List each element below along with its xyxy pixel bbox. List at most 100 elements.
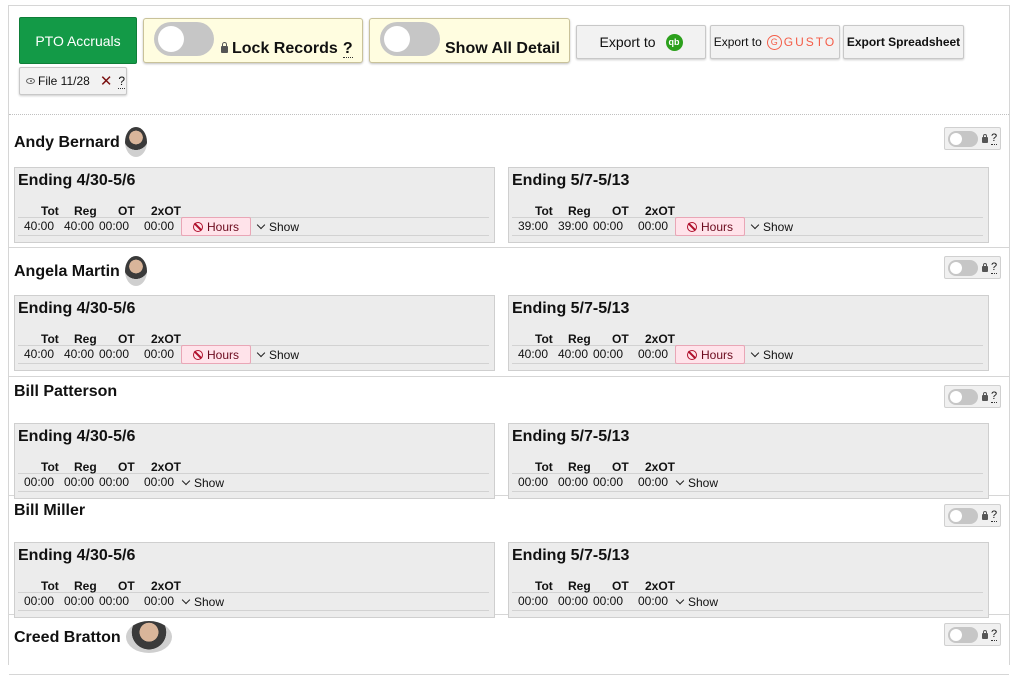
help-icon[interactable]: ? [991, 509, 998, 522]
gusto-brand: GUSTO [783, 35, 837, 49]
period-title: Ending 4/30-5/6 [18, 172, 136, 189]
export-spreadsheet-button[interactable]: Export Spreadsheet [843, 25, 964, 59]
show-label: Show [269, 348, 300, 362]
chevron-down-icon [181, 476, 191, 486]
lock-help-icon[interactable]: ? [342, 40, 353, 58]
column-header-reg: Reg [74, 332, 97, 346]
gusto-logo-icon: G [766, 34, 782, 50]
help-icon[interactable]: ? [991, 261, 998, 274]
hours-label: Hours [700, 347, 733, 362]
divider [18, 363, 489, 364]
value-ot2: 00:00 [144, 219, 175, 233]
lock-records-switch[interactable] [154, 22, 214, 56]
column-header-tot: Tot [535, 332, 553, 346]
hours-button[interactable]: Hours [181, 217, 251, 236]
employee-lock-toggle[interactable]: ? [944, 256, 1001, 279]
lock-switch[interactable] [948, 260, 978, 276]
employee-lock-toggle[interactable]: ? [944, 504, 1001, 527]
value-ot: 00:00 [99, 594, 130, 608]
employee-lock-toggle[interactable]: ? [944, 127, 1001, 150]
show-detail-link[interactable]: Show [256, 220, 299, 234]
value-ot2: 00:00 [144, 594, 175, 608]
lock-icon [982, 263, 988, 272]
chevron-down-icon [256, 220, 266, 230]
hours-button[interactable]: Hours [181, 345, 251, 364]
value-tot: 40:00 [24, 219, 55, 233]
show-detail-switch[interactable] [380, 22, 440, 56]
column-header-tot: Tot [41, 332, 59, 346]
value-tot: 00:00 [518, 594, 549, 608]
divider [18, 610, 489, 611]
help-icon[interactable]: ? [991, 628, 998, 641]
hours-button[interactable]: Hours [675, 345, 745, 364]
employee-lock-toggle[interactable]: ? [944, 623, 1001, 646]
value-ot2: 00:00 [638, 219, 669, 233]
hours-label: Hours [206, 219, 239, 234]
column-header-tot: Tot [535, 204, 553, 218]
lock-icon [982, 392, 988, 401]
column-header-ot2: 2xOT [151, 204, 182, 218]
lock-switch[interactable] [948, 389, 978, 405]
pay-period-card: Ending 5/7-5/13 Tot Reg OT 2xOT 00:00 00:00 00:… [508, 423, 989, 499]
employee-row: Bill Miller? Ending 4/30-5/6 Tot Reg OT 2xOT 0… [9, 496, 1009, 618]
show-detail-link[interactable]: Show [750, 220, 793, 234]
lock-records-toggle[interactable]: Lock Records? [143, 18, 363, 63]
lock-switch[interactable] [948, 131, 978, 147]
column-header-tot: Tot [41, 204, 59, 218]
show-detail-link[interactable]: Show [750, 348, 793, 362]
lock-switch[interactable] [948, 508, 978, 524]
column-header-ot2: 2xOT [645, 460, 676, 474]
value-tot: 00:00 [24, 594, 55, 608]
value-ot2: 00:00 [638, 475, 669, 489]
chevron-down-icon [750, 220, 760, 230]
period-title: Ending 5/7-5/13 [512, 300, 630, 317]
column-header-ot: OT [118, 579, 135, 593]
chevron-down-icon [675, 476, 685, 486]
employee-name: Creed Bratton [14, 621, 172, 653]
show-all-detail-toggle[interactable]: Show All Detail [369, 18, 570, 63]
value-tot: 40:00 [24, 347, 55, 361]
value-reg: 00:00 [64, 475, 95, 489]
employee-name-text: Angela Martin [14, 263, 120, 280]
employee-name: Andy Bernard [14, 127, 147, 157]
avatar [124, 127, 147, 157]
export-gusto-button[interactable]: Export to G GUSTO [710, 25, 840, 59]
value-ot: 00:00 [99, 219, 130, 233]
file-chip: File 11/28 ✕ ? [19, 67, 127, 95]
pto-accruals-button[interactable]: PTO Accruals [19, 17, 137, 64]
period-title: Ending 4/30-5/6 [18, 300, 136, 317]
pay-period-card: Ending 4/30-5/6 Tot Reg OT 2xOT 00:00 00:00 00:… [14, 542, 495, 618]
file-help-icon[interactable]: ? [118, 74, 126, 89]
export-quickbooks-button[interactable]: Export to qb [576, 25, 706, 59]
show-detail-link[interactable]: Show [675, 595, 718, 609]
value-tot: 39:00 [518, 219, 549, 233]
column-header-ot2: 2xOT [645, 332, 676, 346]
close-file-icon[interactable]: ✕ [100, 72, 113, 90]
value-ot: 00:00 [593, 347, 624, 361]
ban-icon [686, 221, 697, 232]
column-header-ot: OT [118, 460, 135, 474]
show-all-detail-label: Show All Detail [445, 40, 560, 57]
value-reg: 40:00 [64, 347, 95, 361]
pay-period-card: Ending 4/30-5/6 Tot Reg OT 2xOT 40:00 40:00 00:… [14, 167, 495, 243]
value-ot: 00:00 [593, 219, 624, 233]
show-label: Show [194, 595, 225, 609]
value-reg: 00:00 [558, 594, 589, 608]
show-detail-link[interactable]: Show [181, 595, 224, 609]
export-gusto-label: Export to [713, 35, 762, 49]
show-detail-link[interactable]: Show [256, 348, 299, 362]
period-title: Ending 5/7-5/13 [512, 547, 630, 564]
show-label: Show [194, 476, 225, 490]
show-detail-link[interactable]: Show [675, 476, 718, 490]
divider [512, 610, 983, 611]
hours-button[interactable]: Hours [675, 217, 745, 236]
period-title: Ending 5/7-5/13 [512, 428, 630, 445]
show-detail-link[interactable]: Show [181, 476, 224, 490]
employee-lock-toggle[interactable]: ? [944, 385, 1001, 408]
hours-label: Hours [700, 219, 733, 234]
help-icon[interactable]: ? [991, 390, 998, 403]
column-header-ot: OT [118, 332, 135, 346]
lock-switch[interactable] [948, 627, 978, 643]
help-icon[interactable]: ? [991, 132, 998, 145]
value-tot: 00:00 [24, 475, 55, 489]
